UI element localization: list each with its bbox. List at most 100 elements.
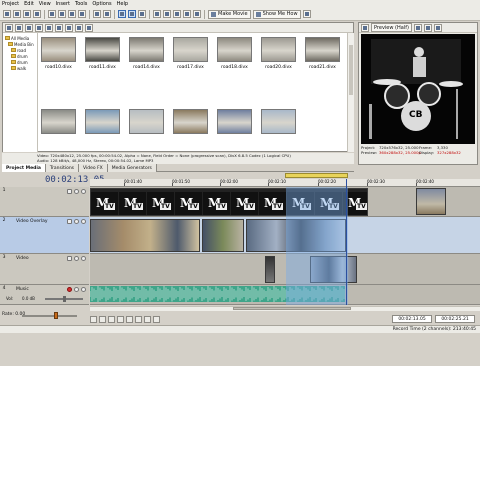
- media-thumbnail[interactable]: [261, 109, 299, 137]
- tree-item-walk[interactable]: walk: [5, 65, 35, 71]
- paste-icon[interactable]: [68, 10, 76, 18]
- tab-media-generators[interactable]: Media Generators: [107, 164, 157, 172]
- track-fx-icon[interactable]: [67, 189, 72, 194]
- tab-project-media[interactable]: Project Media: [2, 164, 46, 172]
- track-fx-icon[interactable]: [67, 256, 72, 261]
- normal-edit-tool-icon[interactable]: [118, 10, 126, 18]
- solo-icon[interactable]: [81, 189, 86, 194]
- time-ruler[interactable]: 00:01:40 00:01:50 00:02:00 00:02:10 00:02:20…: [90, 179, 480, 187]
- video-clip[interactable]: M TV M TV M TV M TV M TV M TV M TV M TV M TV M TV: [90, 188, 368, 216]
- back-icon[interactable]: [5, 23, 13, 32]
- timeline-scroll-thumb[interactable]: [233, 307, 351, 310]
- solo-icon[interactable]: [81, 219, 86, 224]
- views-icon[interactable]: [85, 23, 93, 32]
- menu-project[interactable]: Project: [2, 1, 19, 7]
- tab-transitions[interactable]: Transitions: [45, 164, 80, 172]
- properties-icon[interactable]: [33, 10, 41, 18]
- record-arm-icon[interactable]: [67, 287, 72, 292]
- video-clip[interactable]: [90, 219, 200, 252]
- track-lane-video[interactable]: [90, 254, 480, 285]
- cut-icon[interactable]: [48, 10, 56, 18]
- video-clip[interactable]: [416, 188, 446, 215]
- ignore-grouping-icon[interactable]: [193, 10, 201, 18]
- open-icon[interactable]: [13, 10, 21, 18]
- media-thumbnail[interactable]: road17.divx: [173, 37, 211, 70]
- record-icon[interactable]: [90, 316, 97, 323]
- make-movie-button[interactable]: Make Movie: [208, 9, 251, 19]
- menu-insert[interactable]: Insert: [56, 1, 70, 7]
- menu-edit[interactable]: Edit: [24, 1, 34, 7]
- mute-icon[interactable]: [74, 287, 79, 292]
- media-thumbnail[interactable]: road18.divx: [217, 37, 255, 70]
- zoom-tool-icon[interactable]: [138, 10, 146, 18]
- track-header-1[interactable]: 1: [0, 187, 89, 217]
- media-thumbnail[interactable]: [129, 109, 167, 137]
- media-thumbnail[interactable]: road20.divx: [261, 37, 299, 70]
- track-fx-icon[interactable]: [67, 219, 72, 224]
- lock-envelopes-icon[interactable]: [183, 10, 191, 18]
- auto-ripple-icon[interactable]: [173, 10, 181, 18]
- tab-video-fx[interactable]: Video FX: [79, 164, 108, 172]
- preview-props-icon[interactable]: [361, 23, 369, 32]
- play-icon[interactable]: [117, 316, 124, 323]
- video-clip[interactable]: [310, 256, 357, 283]
- solo-icon[interactable]: [81, 256, 86, 261]
- mute-icon[interactable]: [74, 189, 79, 194]
- remove-media-icon[interactable]: [55, 23, 63, 32]
- mute-icon[interactable]: [74, 256, 79, 261]
- overlays-icon[interactable]: [413, 23, 422, 32]
- solo-icon[interactable]: [81, 287, 86, 292]
- track-header-video[interactable]: 3 Video: [0, 254, 89, 285]
- capture-icon[interactable]: [45, 23, 53, 32]
- playhead-cursor[interactable]: [346, 179, 347, 305]
- loop-playback-icon[interactable]: [99, 316, 106, 323]
- video-clip[interactable]: [265, 256, 275, 283]
- track-header-video-overlay[interactable]: 2 Video Overlay: [0, 217, 89, 254]
- track-lane-1[interactable]: M TV M TV M TV M TV M TV M TV M TV M TV M TV M TV: [90, 187, 480, 217]
- media-fx-icon[interactable]: [65, 23, 73, 32]
- media-thumbnail[interactable]: [85, 109, 123, 137]
- rate-slider-knob[interactable]: [54, 312, 58, 319]
- selection-start-timecode[interactable]: 00:02:13.05: [392, 315, 432, 323]
- mute-icon[interactable]: [74, 219, 79, 224]
- pause-icon[interactable]: [126, 316, 133, 323]
- scrollbar-thumb[interactable]: [349, 45, 353, 95]
- track-header-music[interactable]: 4 Music Vol: 0.0 dB: [0, 285, 89, 305]
- copy-snapshot-icon[interactable]: [423, 23, 432, 32]
- media-thumbnail[interactable]: road11.divx: [85, 37, 123, 70]
- media-scrollbar[interactable]: [347, 33, 354, 152]
- loop-region-bar[interactable]: [285, 173, 348, 178]
- new-project-icon[interactable]: [3, 10, 11, 18]
- delete-icon[interactable]: [78, 10, 86, 18]
- selection-tool-icon[interactable]: [128, 10, 136, 18]
- save-snapshot-icon[interactable]: [433, 23, 442, 32]
- snapping-icon[interactable]: [153, 10, 161, 18]
- track-lane-music[interactable]: [90, 285, 480, 305]
- media-thumbnail[interactable]: [217, 109, 255, 137]
- auto-crossfade-icon[interactable]: [163, 10, 171, 18]
- import-media-icon[interactable]: [35, 23, 43, 32]
- save-icon[interactable]: [23, 10, 31, 18]
- whats-this-icon[interactable]: [302, 10, 311, 18]
- auto-preview-icon[interactable]: [75, 23, 83, 32]
- menu-options[interactable]: Options: [92, 1, 111, 7]
- selection-end-timecode[interactable]: 00:02:25.21: [435, 315, 475, 323]
- media-thumbnail[interactable]: [173, 109, 211, 137]
- show-me-how-button[interactable]: Show Me How: [252, 9, 301, 19]
- video-clip[interactable]: [246, 219, 346, 252]
- copy-icon[interactable]: [58, 10, 66, 18]
- go-to-start-icon[interactable]: [144, 316, 151, 323]
- preview-quality-dropdown[interactable]: Preview (Half): [371, 23, 412, 32]
- rate-slider[interactable]: [22, 315, 77, 317]
- menu-tools[interactable]: Tools: [75, 1, 87, 7]
- track-lane-video-overlay[interactable]: [90, 217, 480, 254]
- volume-slider-knob[interactable]: [63, 296, 66, 302]
- video-clip[interactable]: [202, 219, 244, 252]
- redo-icon[interactable]: [103, 10, 111, 18]
- media-thumbnail[interactable]: road10.divx: [41, 37, 79, 70]
- menu-help[interactable]: Help: [117, 1, 128, 7]
- stop-icon[interactable]: [135, 316, 142, 323]
- up-folder-icon[interactable]: [25, 23, 33, 32]
- undo-icon[interactable]: [93, 10, 101, 18]
- audio-waveform-clip[interactable]: [90, 286, 345, 302]
